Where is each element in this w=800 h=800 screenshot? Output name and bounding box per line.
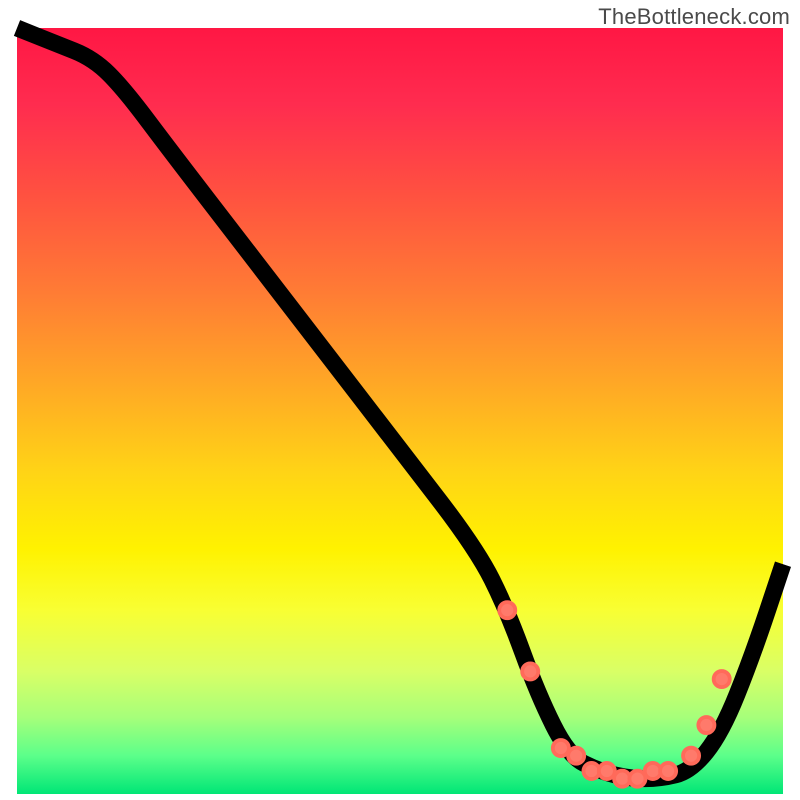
highlight-dot [522,663,538,679]
chart-canvas: TheBottleneck.com [0,0,800,800]
highlight-dot [683,748,699,764]
highlight-dot [698,717,714,733]
highlight-dot [714,671,730,687]
highlight-dot [660,763,676,779]
plot-area [17,28,783,794]
bottleneck-curve [17,28,783,779]
watermark-text: TheBottleneck.com [598,4,790,30]
curve-layer [17,28,783,794]
highlight-dot [568,748,584,764]
highlight-dot [499,602,515,618]
